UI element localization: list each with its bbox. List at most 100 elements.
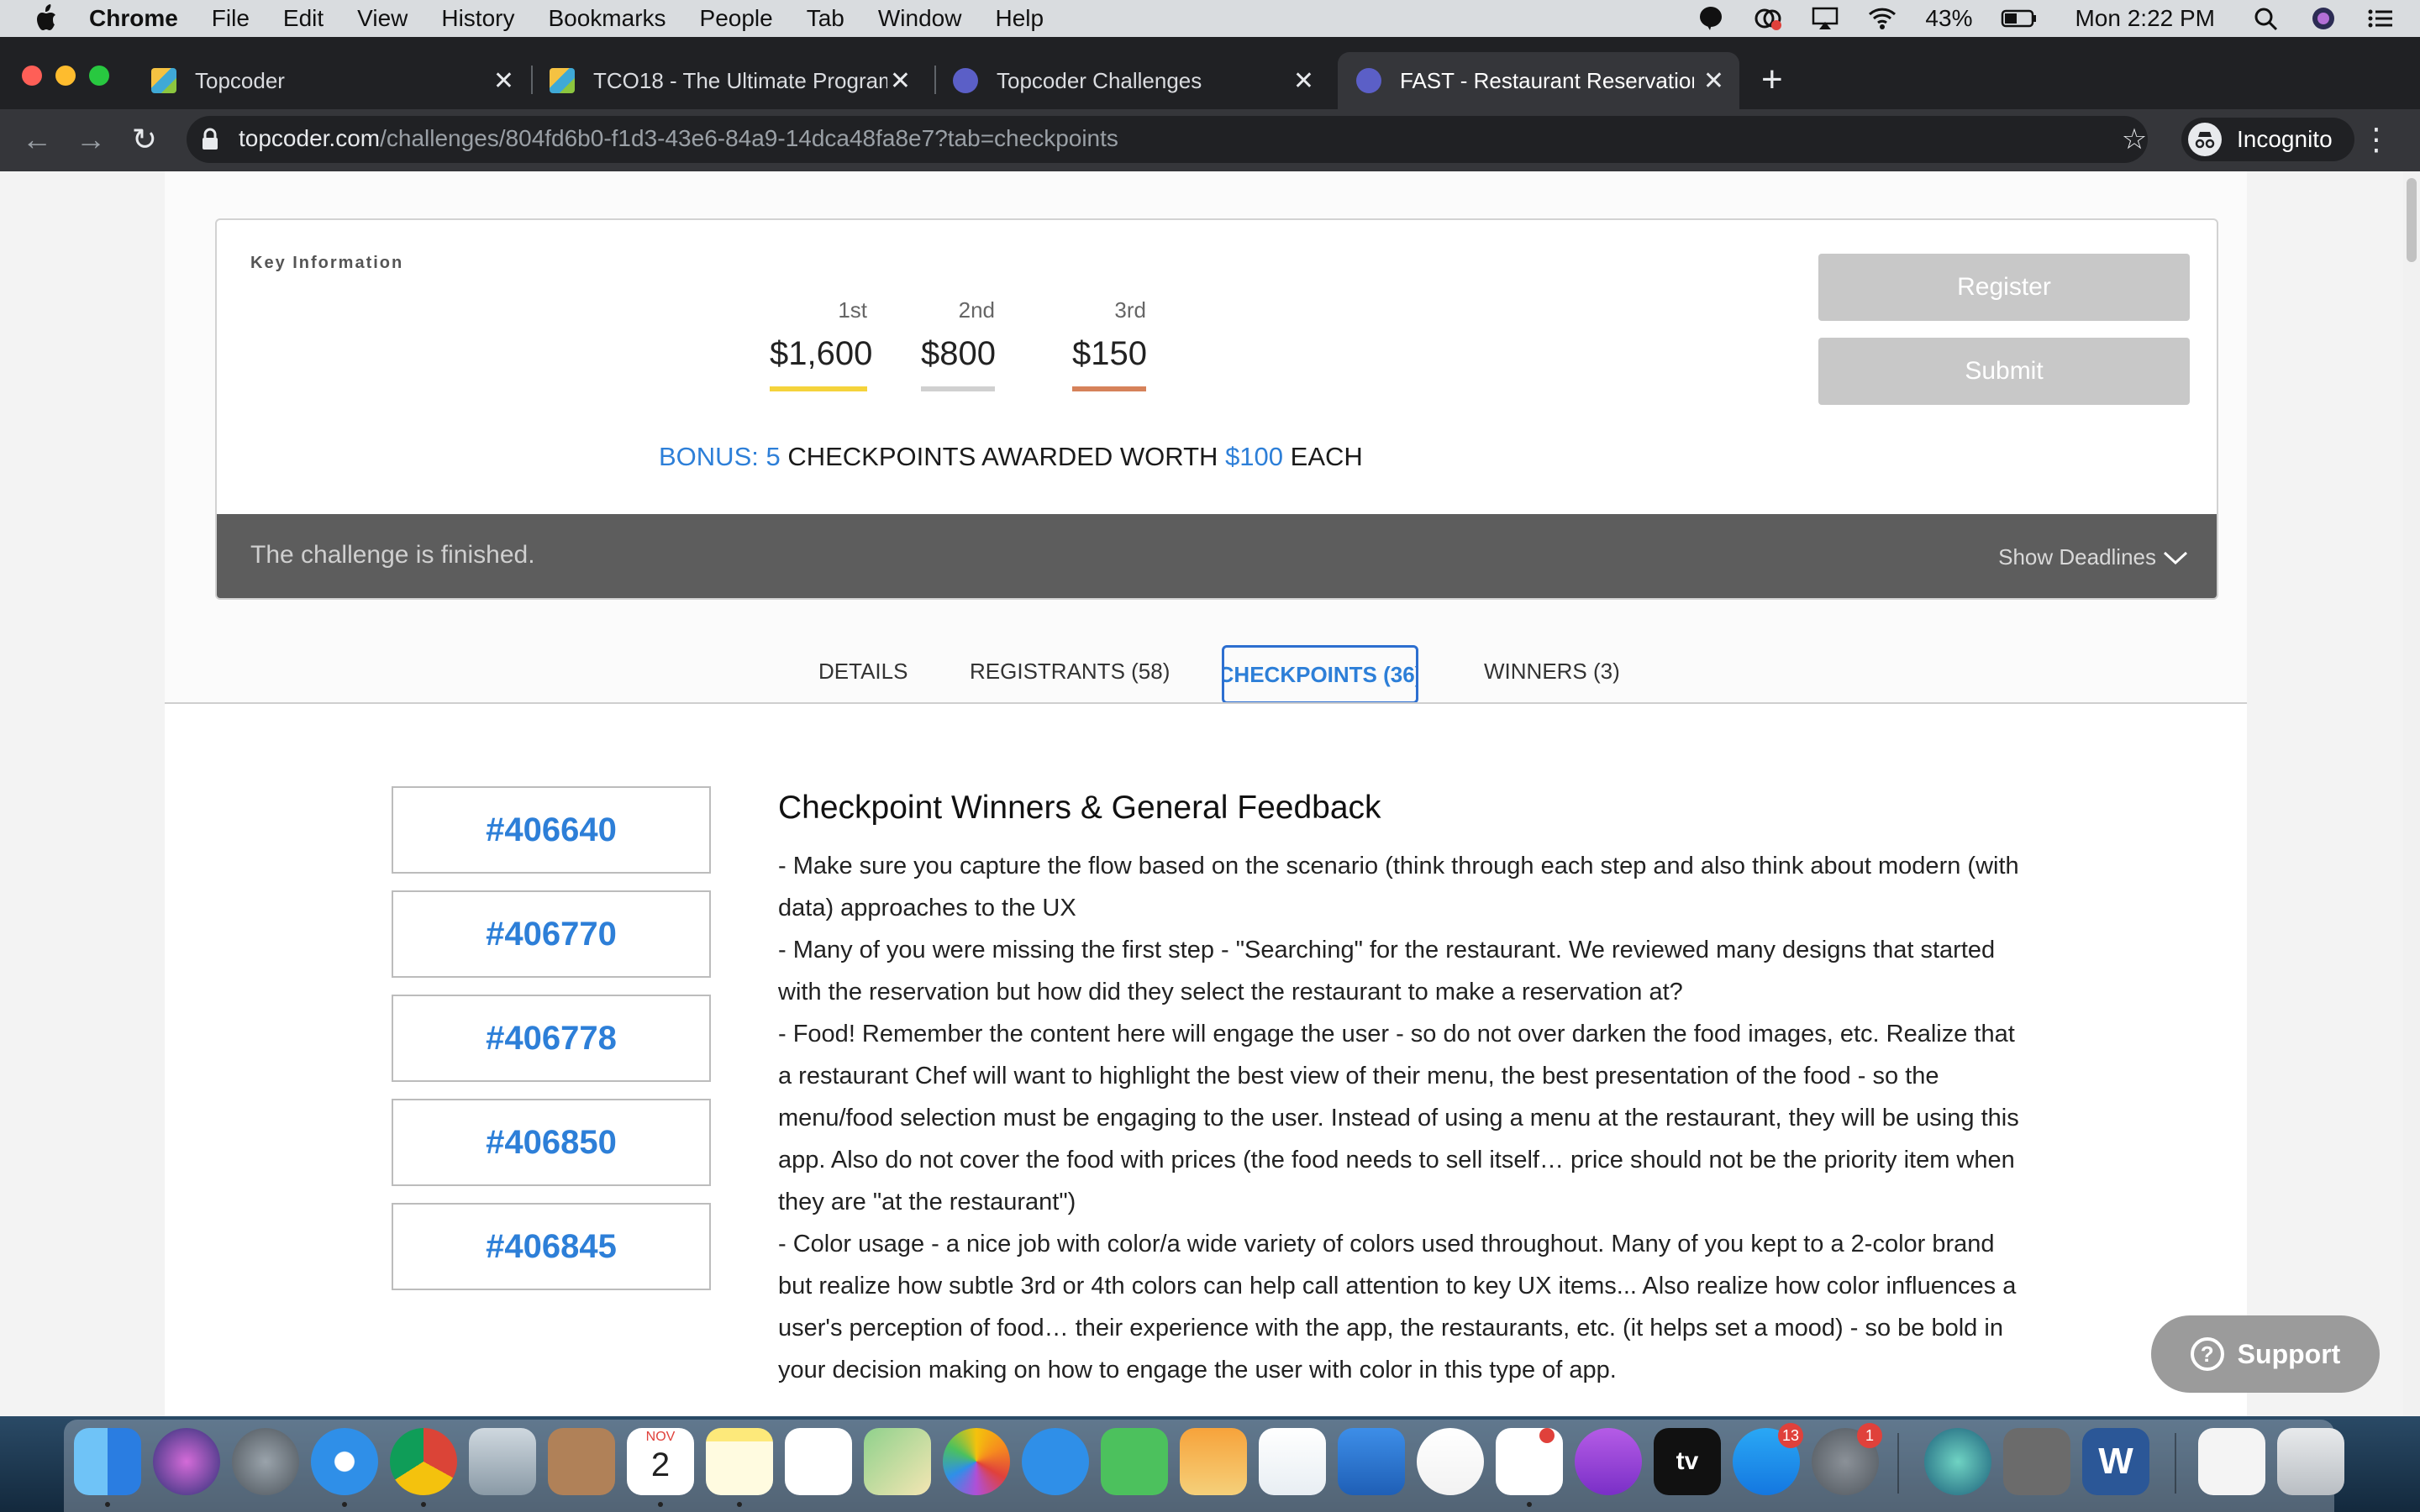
back-arrow-icon[interactable]: ← xyxy=(18,121,55,158)
prize-first-underline xyxy=(770,386,867,391)
menu-people[interactable]: People xyxy=(700,5,773,32)
keynote-icon[interactable] xyxy=(1338,1428,1405,1495)
browser-tab-topcoder-challenges[interactable]: Topcoder Challenges ✕ xyxy=(938,52,1329,109)
finder-icon[interactable] xyxy=(74,1428,141,1495)
launchpad-icon[interactable] xyxy=(232,1428,299,1495)
tv-label: tv xyxy=(1676,1447,1699,1475)
podcasts-icon[interactable] xyxy=(1575,1428,1642,1495)
close-tab-icon[interactable]: ✕ xyxy=(1703,66,1724,96)
apple-tv-icon[interactable]: tv xyxy=(1654,1428,1721,1495)
url-path: /challenges/804fd6b0-f1d3-43e6-84a9-14dc… xyxy=(380,125,1118,151)
submit-button[interactable]: Submit xyxy=(1818,338,2190,405)
support-button[interactable]: ? Support xyxy=(2151,1315,2380,1393)
submission-link[interactable]: #406640 xyxy=(392,786,711,874)
maps-icon[interactable] xyxy=(864,1428,931,1495)
incognito-badge[interactable]: Incognito xyxy=(2181,118,2354,161)
apple-menu-icon[interactable] xyxy=(35,4,60,33)
prize-place: 1st xyxy=(838,297,867,323)
spotlight-search-icon[interactable] xyxy=(2252,6,2281,31)
bookmark-star-icon[interactable]: ☆ xyxy=(2116,121,2153,158)
screen-recorder-icon[interactable] xyxy=(1924,1428,1991,1495)
tab-winners[interactable]: WINNERS (3) xyxy=(1484,659,1620,685)
chrome-icon[interactable] xyxy=(390,1428,457,1495)
status-bubble-icon[interactable] xyxy=(1697,6,1725,31)
airplay-icon[interactable] xyxy=(1811,6,1839,31)
running-indicator xyxy=(421,1502,426,1507)
contacts-icon[interactable] xyxy=(548,1428,615,1495)
tab-title: Topcoder xyxy=(195,67,285,93)
general-feedback-section: Checkpoint Winners & General Feedback - … xyxy=(778,790,2022,1391)
window-close-button[interactable] xyxy=(22,66,42,86)
close-tab-icon[interactable]: ✕ xyxy=(1293,66,1314,96)
browser-tab-fast-active[interactable]: FAST - Restaurant Reservation ✕ xyxy=(1338,52,1739,109)
calendar-icon[interactable]: NOV 2 xyxy=(627,1428,694,1495)
menubar-clock[interactable]: Mon 2:22 PM xyxy=(2075,5,2215,32)
menu-bookmarks[interactable]: Bookmarks xyxy=(548,5,666,32)
submission-link[interactable]: #406770 xyxy=(392,890,711,978)
submission-link[interactable]: #406845 xyxy=(392,1203,711,1290)
reload-icon[interactable]: ↻ xyxy=(126,121,163,158)
submission-link[interactable]: #406778 xyxy=(392,995,711,1082)
menu-view[interactable]: View xyxy=(357,5,408,32)
forward-arrow-icon[interactable]: → xyxy=(72,121,109,158)
calculator-icon[interactable] xyxy=(2003,1428,2070,1495)
tab-registrants[interactable]: REGISTRANTS (58) xyxy=(970,659,1170,685)
menu-file[interactable]: File xyxy=(212,5,250,32)
browser-tab-topcoder[interactable]: Topcoder ✕ xyxy=(134,52,529,109)
reminders-icon[interactable] xyxy=(785,1428,852,1495)
browser-tab-tco18[interactable]: TCO18 - The Ultimate Program ✕ xyxy=(534,52,926,109)
window-zoom-button[interactable] xyxy=(89,66,109,86)
messages-icon[interactable] xyxy=(1022,1428,1089,1495)
facetime-icon[interactable] xyxy=(1101,1428,1168,1495)
siri-app-icon[interactable] xyxy=(153,1428,220,1495)
microsoft-word-icon[interactable]: W xyxy=(2082,1428,2149,1495)
document-file-icon[interactable] xyxy=(2198,1428,2265,1495)
notification-center-icon[interactable] xyxy=(2366,6,2395,31)
close-tab-icon[interactable]: ✕ xyxy=(890,66,911,96)
show-deadlines-toggle[interactable]: Show Deadlines xyxy=(1998,544,2188,570)
topcoder-favicon-icon xyxy=(151,68,176,93)
page-scrollbar[interactable] xyxy=(2403,171,2420,1416)
menu-edit[interactable]: Edit xyxy=(283,5,324,32)
window-minimize-button[interactable] xyxy=(55,66,76,86)
photos-icon[interactable] xyxy=(943,1428,1010,1495)
tab-checkpoints[interactable]: CHECKPOINTS (36) xyxy=(1222,645,1418,704)
siri-icon[interactable] xyxy=(2309,6,2338,31)
wifi-icon[interactable] xyxy=(1868,6,1897,31)
incognito-icon xyxy=(2188,123,2222,156)
scrollbar-thumb[interactable] xyxy=(2407,178,2417,262)
menu-help[interactable]: Help xyxy=(995,5,1044,32)
feedback-line: - Color usage - a nice job with color/a … xyxy=(778,1231,2017,1383)
running-indicator xyxy=(658,1502,663,1507)
creative-cloud-icon[interactable] xyxy=(1754,6,1782,31)
menu-window[interactable]: Window xyxy=(878,5,962,32)
tab-title: Topcoder Challenges xyxy=(997,67,1202,93)
prize-amount: $1,600 xyxy=(770,335,873,372)
menu-app-name[interactable]: Chrome xyxy=(89,5,178,32)
safari-icon[interactable] xyxy=(311,1428,378,1495)
menu-tab[interactable]: Tab xyxy=(807,5,844,32)
url-text[interactable]: topcoder.com/challenges/804fd6b0-f1d3-43… xyxy=(239,125,1118,152)
bonus-amount: $100 xyxy=(1225,442,1284,471)
help-question-icon: ? xyxy=(2190,1337,2224,1371)
url-host: topcoder.com xyxy=(239,125,381,151)
mail-icon[interactable] xyxy=(469,1428,536,1495)
trash-icon[interactable] xyxy=(2277,1428,2344,1495)
chrome-menu-kebab-icon[interactable]: ⋮ xyxy=(2358,121,2395,158)
close-tab-icon[interactable]: ✕ xyxy=(493,66,514,96)
tab-details[interactable]: DETAILS xyxy=(818,659,908,685)
battery-percent: 43% xyxy=(1925,5,1973,31)
new-tab-plus-icon[interactable]: + xyxy=(1761,59,1783,101)
prize-first: 1st $1,600 xyxy=(770,297,873,391)
battery-icon[interactable] xyxy=(2001,6,2038,31)
notes-icon[interactable] xyxy=(706,1428,773,1495)
pages-icon[interactable] xyxy=(1180,1428,1247,1495)
numbers-icon[interactable] xyxy=(1259,1428,1326,1495)
challenges-favicon-icon xyxy=(953,68,978,93)
submission-link[interactable]: #406850 xyxy=(392,1099,711,1186)
music-icon[interactable] xyxy=(1417,1428,1484,1495)
prize-second-underline xyxy=(921,386,995,391)
dock-separator xyxy=(1897,1433,1899,1494)
register-button[interactable]: Register xyxy=(1818,254,2190,321)
menu-history[interactable]: History xyxy=(441,5,514,32)
